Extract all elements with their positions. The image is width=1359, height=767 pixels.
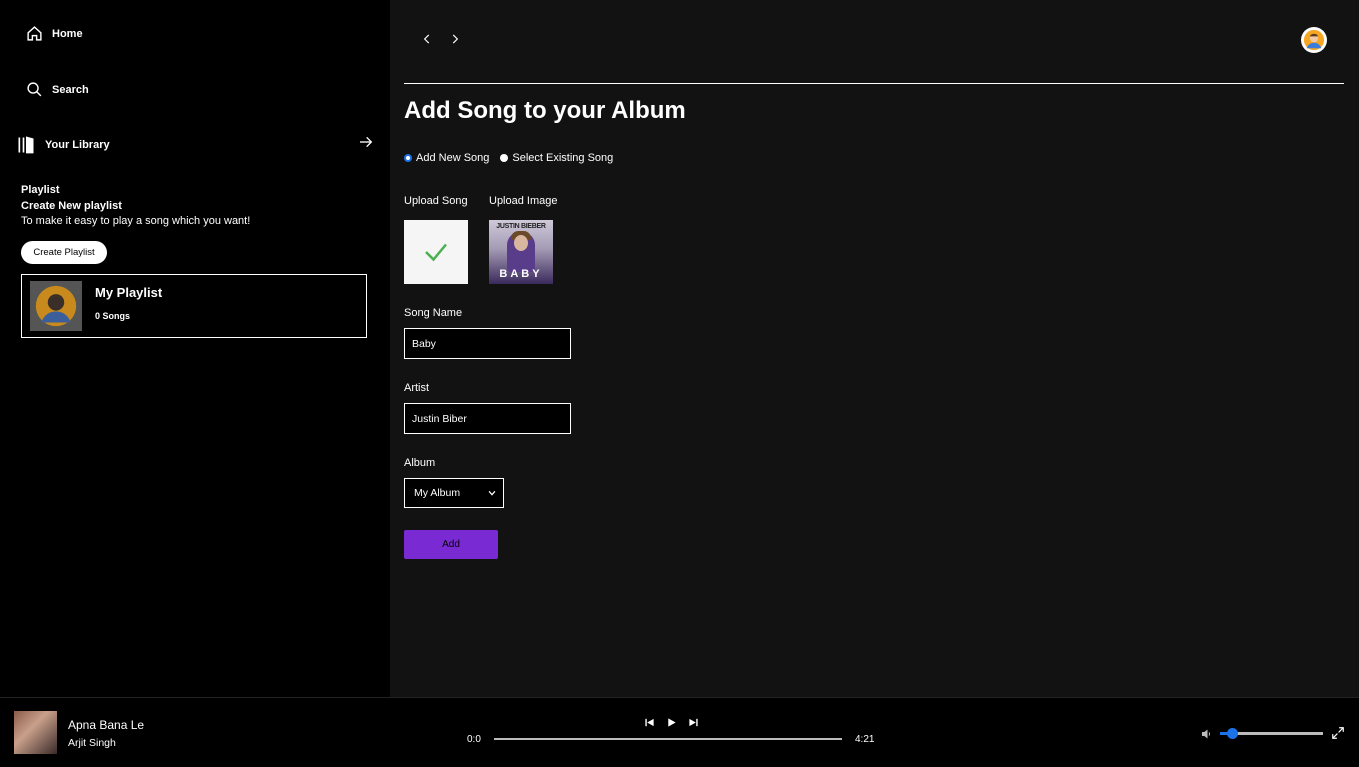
chevron-down-icon — [488, 490, 496, 496]
home-icon — [27, 26, 42, 41]
artist-input[interactable] — [404, 403, 571, 434]
playlist-intro: Playlist Create New playlist To make it … — [21, 184, 250, 227]
arrow-right-icon — [360, 136, 373, 148]
nav-search[interactable]: Search — [26, 81, 89, 98]
volume-slider[interactable] — [1220, 728, 1323, 739]
upload-song-label: Upload Song — [404, 195, 468, 207]
history-nav — [420, 32, 462, 46]
library-label: Your Library — [45, 138, 110, 151]
play-icon[interactable] — [666, 717, 677, 728]
now-playing-artist: Arjit Singh — [68, 737, 116, 749]
album-cover-face — [514, 235, 528, 251]
upload-song-box[interactable] — [404, 220, 468, 284]
song-name-label: Song Name — [404, 307, 463, 319]
checkmark-icon — [425, 243, 447, 262]
volume-knob[interactable] — [1227, 728, 1239, 739]
fullscreen-button[interactable] — [1331, 726, 1345, 745]
radio-unchecked-icon — [500, 154, 509, 162]
album-select-value: My Album — [414, 487, 461, 499]
total-time: 4:21 — [855, 734, 875, 745]
chevron-right-icon[interactable] — [448, 32, 462, 46]
album-cover-title: BABY — [499, 268, 543, 280]
sidebar: Home Search Your Library Playlist Create… — [0, 0, 390, 697]
previous-icon[interactable] — [644, 717, 655, 728]
main-content: Add Song to your Album Add New Song Sele… — [390, 0, 1359, 697]
song-name-input[interactable] — [404, 328, 571, 359]
radio-select-existing-label: Select Existing Song — [512, 152, 614, 164]
library-icon — [18, 135, 34, 153]
album-cover-artist: JUSTIN BIEBER — [496, 223, 546, 230]
radio-checked-icon — [404, 154, 412, 162]
add-button[interactable]: Add — [404, 530, 498, 559]
create-playlist-button[interactable]: Create Playlist — [21, 241, 107, 264]
volume-button[interactable] — [1201, 727, 1213, 745]
playlist-section-title: Playlist — [21, 184, 60, 196]
search-icon — [27, 82, 42, 97]
nav-home[interactable]: Home — [26, 25, 83, 42]
radio-select-existing-song[interactable]: Select Existing Song — [500, 152, 613, 164]
radio-add-new-song[interactable]: Add New Song — [404, 152, 489, 164]
upload-image-label: Upload Image — [489, 195, 558, 207]
header-divider — [404, 83, 1344, 84]
user-avatar-icon — [1303, 29, 1325, 51]
profile-avatar[interactable] — [1301, 27, 1327, 53]
current-time: 0:0 — [467, 734, 481, 745]
chevron-left-icon[interactable] — [420, 32, 434, 46]
album-label: Album — [404, 457, 436, 469]
expand-icon — [1332, 727, 1344, 739]
next-icon[interactable] — [688, 717, 699, 728]
playlist-count: 0 Songs — [95, 311, 131, 321]
playback-controls — [644, 717, 699, 728]
artist-label: Artist — [404, 382, 430, 394]
now-playing-title: Apna Bana Le — [68, 718, 145, 732]
radio-add-new-label: Add New Song — [416, 152, 490, 164]
volume-icon — [1202, 729, 1211, 739]
library-expand-button[interactable] — [358, 134, 374, 155]
nav-library[interactable]: Your Library — [16, 135, 110, 155]
upload-image-box[interactable]: JUSTIN BIEBER BABY — [489, 220, 553, 284]
playlist-section-subtitle: Create New playlist — [21, 200, 122, 212]
player-bar: Apna Bana Le Arjit Singh 0:0 4:21 — [0, 697, 1359, 767]
playlist-name: My Playlist — [95, 285, 163, 300]
nav-search-label: Search — [52, 83, 89, 96]
song-mode-radios: Add New Song Select Existing Song — [404, 152, 613, 164]
playlist-section-description: To make it easy to play a song which you… — [21, 215, 251, 227]
album-select[interactable]: My Album — [404, 478, 504, 508]
playlist-cover — [30, 281, 82, 331]
library-header: Your Library — [16, 134, 374, 155]
nav-home-label: Home — [52, 27, 83, 40]
page-title: Add Song to your Album — [404, 97, 686, 124]
progress-bar[interactable] — [494, 738, 842, 740]
playlist-card[interactable]: My Playlist 0 Songs — [21, 274, 367, 338]
now-playing-cover — [14, 711, 57, 754]
user-avatar-icon — [35, 285, 77, 327]
